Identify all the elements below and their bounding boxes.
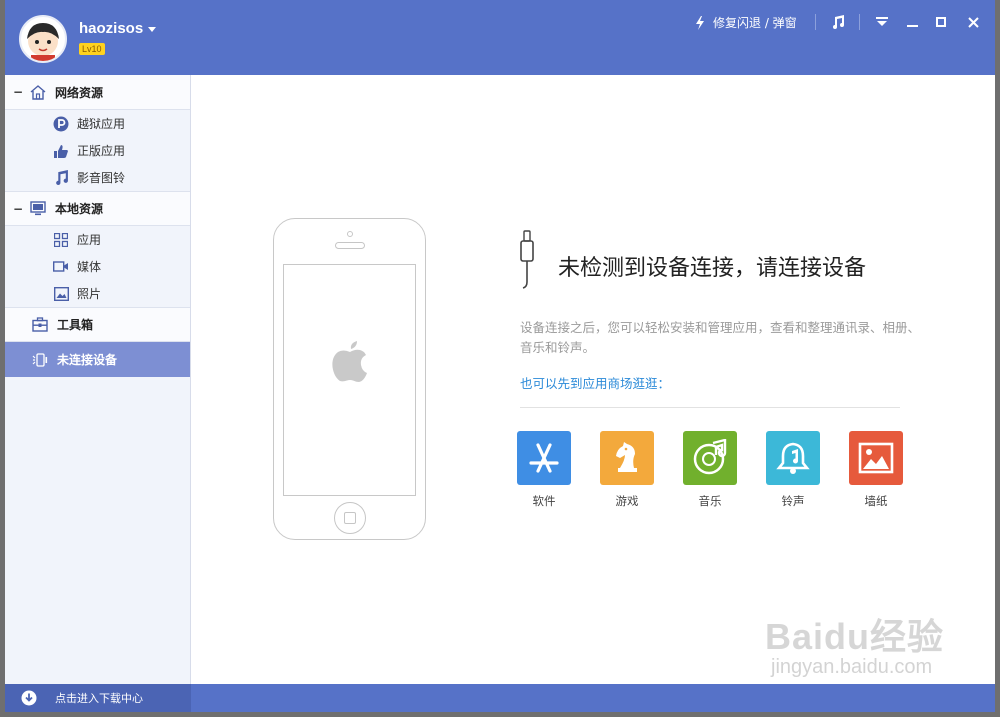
close-button[interactable]	[962, 12, 984, 32]
headline: 未检测到设备连接，请连接设备	[558, 256, 867, 281]
status-bar: 点击进入下载中心	[5, 684, 995, 712]
username[interactable]: haozisos	[79, 20, 143, 37]
category-wallpapers[interactable]: 墙纸	[849, 431, 903, 509]
monitor-icon	[27, 200, 49, 218]
sidebar-group-local[interactable]: − 本地资源	[5, 191, 190, 226]
category-label: 墙纸	[864, 494, 888, 508]
download-icon	[21, 690, 37, 706]
sidebar-item-label: 媒体	[77, 260, 102, 274]
sidebar-item-label: 工具箱	[57, 318, 94, 332]
app-store-link[interactable]: 也可以先到应用商场逛逛：	[520, 373, 670, 392]
photo-icon	[53, 286, 69, 302]
phone-screen	[283, 264, 416, 496]
grid-icon	[53, 232, 69, 248]
sidebar-item-label: 应用	[77, 233, 102, 247]
category-label: 游戏	[615, 494, 639, 508]
sidebar-item-media[interactable]: 媒体	[5, 253, 190, 280]
category-games[interactable]: 游戏	[600, 431, 654, 509]
sidebar-group-label: 本地资源	[55, 202, 104, 216]
sidebar-item-label: 照片	[77, 287, 102, 301]
header-divider	[815, 14, 816, 30]
device-disconnected-icon	[29, 351, 51, 369]
category-label: 音乐	[698, 494, 722, 508]
watermark-url: jingyan.baidu.com	[771, 656, 933, 678]
repair-label: 修复闪退 / 弹窗	[713, 16, 797, 30]
minimize-button[interactable]	[901, 12, 923, 32]
collapse-icon[interactable]: −	[5, 202, 27, 216]
chevron-down-icon[interactable]	[148, 27, 156, 32]
category-label: 软件	[532, 494, 556, 508]
sidebar-item-apps[interactable]: 应用	[5, 226, 190, 253]
sidebar-item-label: 未连接设备	[57, 353, 118, 367]
phone-home-button	[334, 502, 366, 534]
category-software[interactable]: 软件	[517, 431, 571, 509]
video-camera-icon	[53, 259, 69, 275]
sidebar-item-device[interactable]: 未连接设备	[5, 342, 190, 377]
watermark-brand: Baidu经验	[765, 616, 945, 657]
menu-button[interactable]	[871, 12, 893, 32]
sidebar: − 网络资源 越狱应用 正版应用 影音图铃 − 本地资源 应用 媒体 照片 工具…	[5, 75, 191, 684]
sidebar-item-jailbreak-apps[interactable]: 越狱应用	[5, 110, 190, 137]
download-center-label: 点击进入下载中心	[55, 692, 143, 705]
maximize-icon	[936, 17, 946, 27]
baidu-watermark: Baidu经验 jingyan.baidu.com	[765, 608, 944, 679]
lightning-cable-icon	[520, 230, 534, 289]
title-bar: haozisos Lv10 修复闪退 / 弹窗	[5, 0, 995, 75]
divider	[520, 407, 900, 408]
bell-icon	[766, 431, 820, 485]
app-store-icon	[517, 431, 571, 485]
sidebar-group-label: 网络资源	[55, 85, 104, 100]
toolbox-icon	[29, 316, 51, 334]
minimize-icon	[906, 24, 918, 27]
collapse-icon[interactable]: −	[5, 85, 27, 99]
picture-icon	[849, 431, 903, 485]
sidebar-group-online[interactable]: − 网络资源	[5, 75, 190, 110]
sidebar-item-label: 正版应用	[77, 144, 126, 158]
header-divider	[859, 14, 860, 30]
repair-crash-button[interactable]: 修复闪退 / 弹窗	[695, 14, 797, 31]
lightning-icon	[696, 15, 704, 30]
sidebar-item-label: 越狱应用	[77, 117, 126, 131]
download-center-button[interactable]: 点击进入下载中心	[5, 684, 191, 712]
music-note-icon	[833, 15, 844, 29]
phone-camera	[347, 231, 353, 237]
apple-logo-icon	[332, 341, 367, 382]
music-note-icon	[53, 170, 69, 186]
close-icon	[967, 16, 979, 28]
avatar[interactable]	[19, 15, 67, 63]
description: 设备连接之后，您可以轻松安装和管理应用，查看和整理通讯录、相册、音乐和铃声。	[520, 320, 921, 355]
thumbs-up-icon	[53, 143, 69, 159]
category-music[interactable]: 音乐	[683, 431, 737, 509]
maximize-button[interactable]	[930, 12, 952, 32]
phone-illustration	[273, 218, 426, 540]
chess-knight-icon	[600, 431, 654, 485]
level-badge: Lv10	[79, 43, 105, 55]
sidebar-item-label: 影音图铃	[77, 171, 126, 185]
category-ringtones[interactable]: 铃声	[766, 431, 820, 509]
music-button[interactable]	[827, 12, 849, 32]
sidebar-item-photos[interactable]: 照片	[5, 280, 190, 307]
sidebar-item-media-ringtones[interactable]: 影音图铃	[5, 164, 190, 191]
app-window: haozisos Lv10 修复闪退 / 弹窗 − 网络资源 越狱应用 正版应用…	[5, 0, 995, 712]
phone-speaker	[335, 242, 365, 249]
sidebar-item-official-apps[interactable]: 正版应用	[5, 137, 190, 164]
sidebar-item-toolbox[interactable]: 工具箱	[5, 307, 190, 342]
phone-home-square	[344, 512, 356, 524]
category-label: 铃声	[781, 494, 805, 508]
home-icon	[27, 83, 49, 101]
pp-logo-icon	[53, 116, 69, 132]
dropdown-menu-icon	[876, 17, 888, 26]
music-disc-icon	[683, 431, 737, 485]
